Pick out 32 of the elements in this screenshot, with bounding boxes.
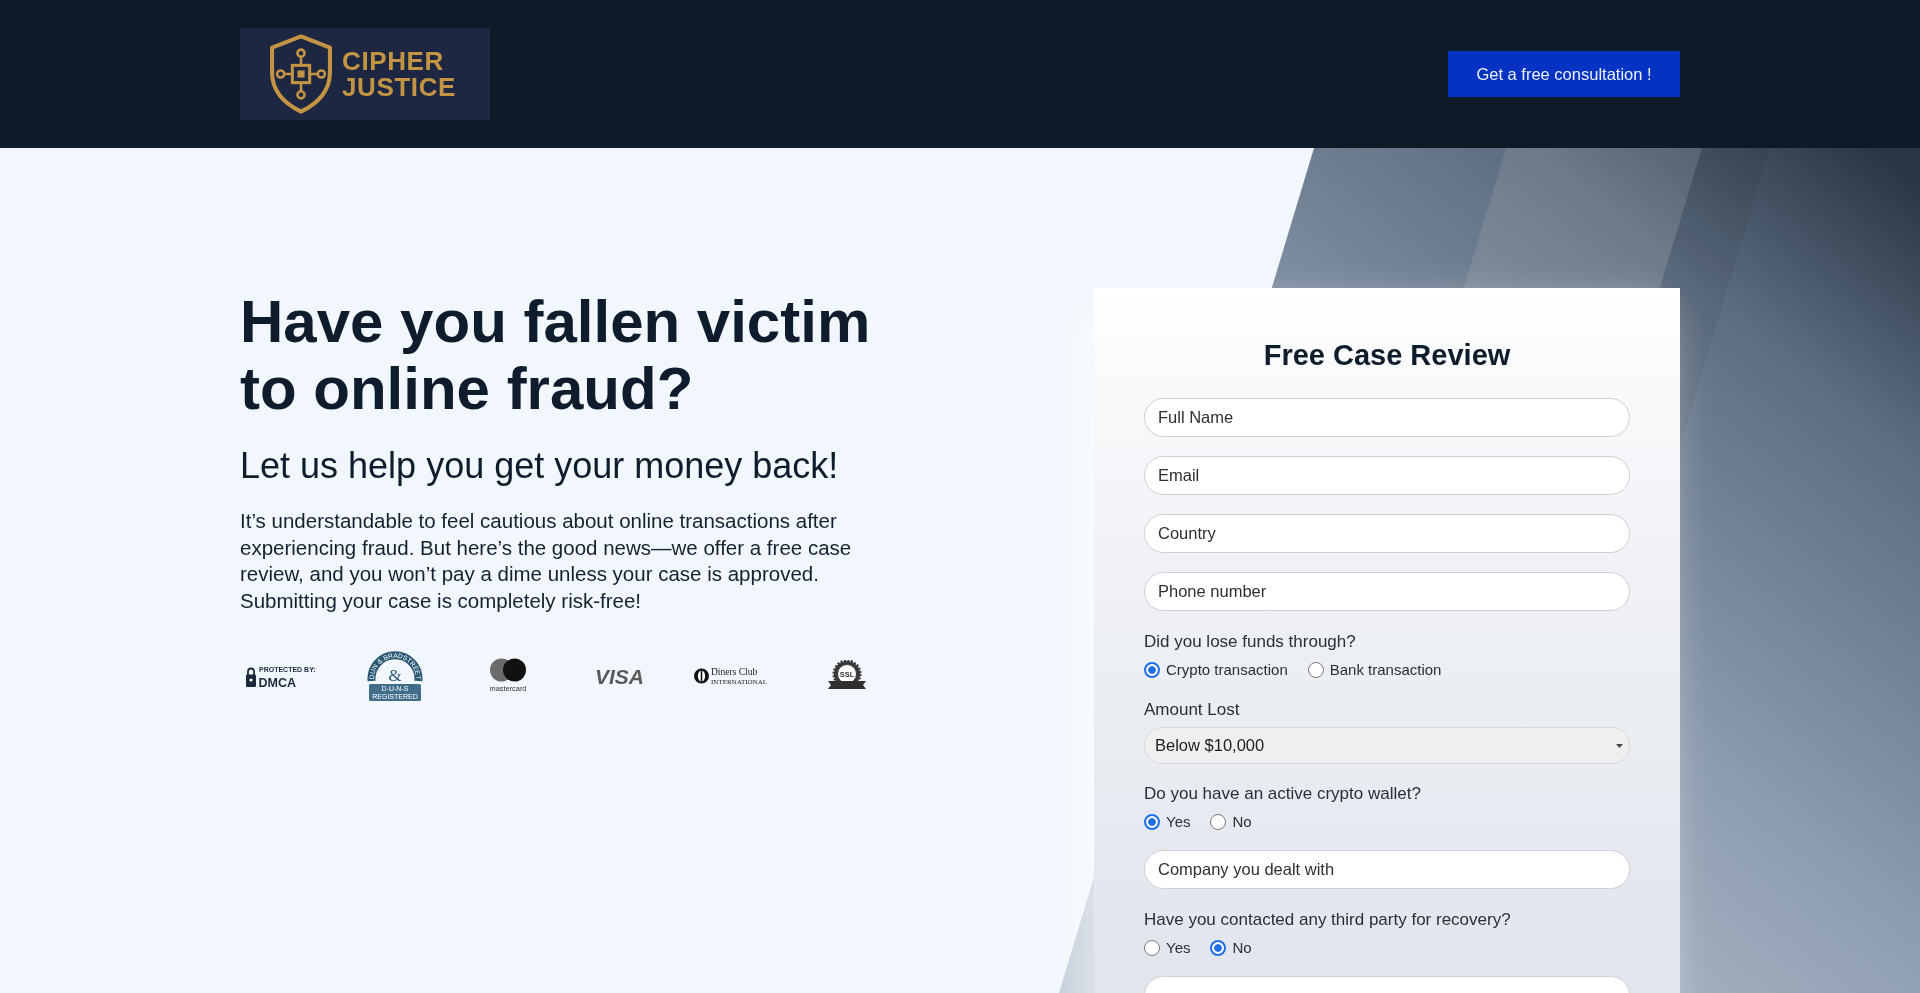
question-label: Did you lose funds through? — [1144, 631, 1356, 653]
logo[interactable]: CIPHER JUSTICE — [240, 28, 490, 120]
radio-button[interactable] — [1144, 814, 1160, 830]
question-label: Have you contacted any third party for recovery? — [1144, 909, 1511, 931]
input-field[interactable]: Full Name — [1144, 398, 1630, 437]
hero-paragraph: It’s understandable to feel cautious about online transactions after experiencing fraud. But here’s the good news—we offer a free case review, and you won’t pay a dime unless your case is approved. Submitting your case is completely risk-free! — [240, 508, 853, 614]
radio-button[interactable] — [1144, 940, 1160, 956]
shield-chip-icon — [270, 34, 332, 114]
input-field[interactable]: Company you dealt with — [1144, 850, 1630, 889]
radio-button[interactable] — [1210, 814, 1227, 830]
caret-icon — [1616, 743, 1623, 748]
radio-button[interactable] — [1144, 662, 1160, 678]
option-label[interactable]: No — [1232, 938, 1252, 958]
hero-subheading: Let us help you get your money back! — [240, 444, 840, 488]
radio-button[interactable] — [1307, 662, 1324, 678]
input-field[interactable]: Country — [1144, 514, 1630, 553]
form-title: Free Case Review — [1262, 338, 1512, 373]
option-label[interactable]: Yes — [1166, 938, 1191, 958]
option-label[interactable]: Crypto transaction — [1166, 660, 1288, 680]
option-label[interactable]: No — [1232, 812, 1252, 832]
dropdown-select[interactable]: Below $10,000 — [1144, 727, 1630, 764]
radio-button[interactable] — [1210, 940, 1227, 956]
visa-logo: VISA — [594, 667, 648, 685]
input-field[interactable]: Email — [1144, 456, 1630, 495]
option-label[interactable]: Yes — [1166, 812, 1191, 832]
hero-heading: Have you fallen victim to online fraud? — [240, 288, 872, 422]
option-label[interactable]: Bank transaction — [1329, 660, 1442, 680]
brand-name: CIPHER JUSTICE — [342, 48, 456, 100]
input-field[interactable]: Phone number — [1144, 572, 1630, 611]
consultation-button[interactable]: Get a free consultation ! — [1448, 51, 1680, 97]
question-label: Do you have an active crypto wallet? — [1144, 783, 1421, 805]
field-label: Amount Lost — [1144, 699, 1240, 721]
